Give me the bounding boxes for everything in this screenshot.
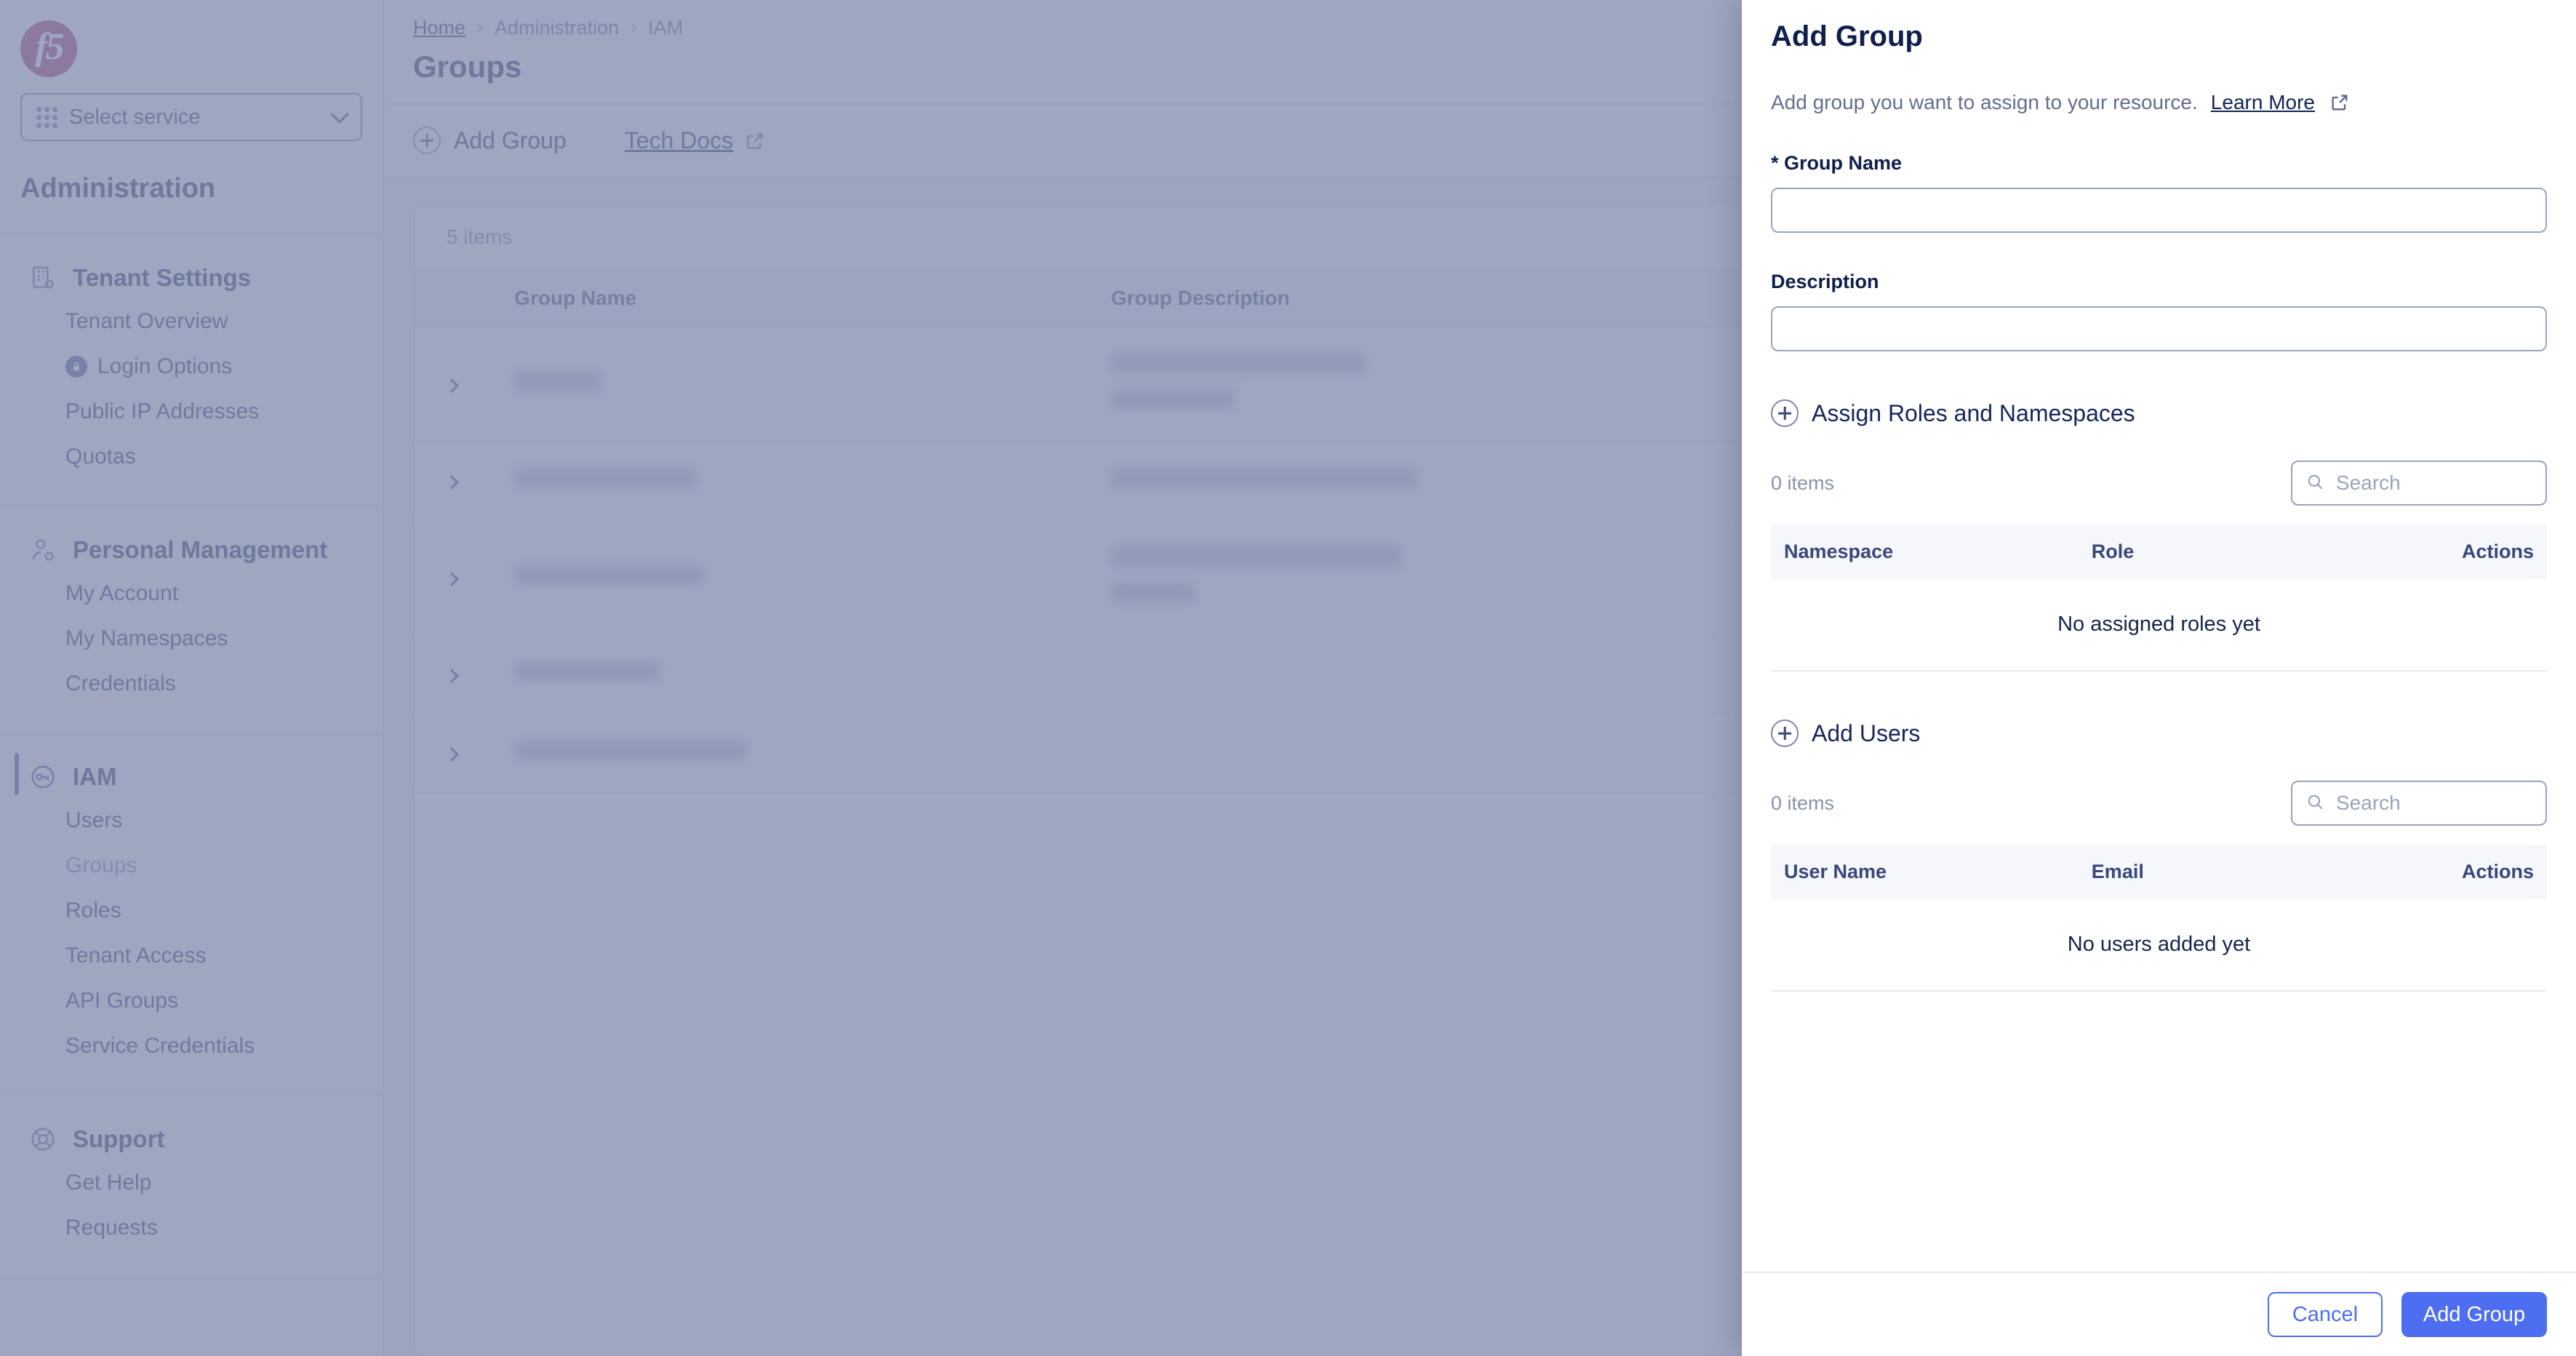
- description-label: Description: [1771, 271, 1879, 292]
- description-field-block: Description: [1771, 271, 2547, 351]
- panel-description-text: Add group you want to assign to your res…: [1771, 91, 2198, 113]
- add-users-button[interactable]: Add Users: [1771, 719, 2547, 747]
- assign-roles-button[interactable]: Assign Roles and Namespaces: [1771, 399, 2547, 427]
- added-users-table: User Name Email Actions No users added y…: [1771, 845, 2547, 992]
- roles-table-toolbar: 0 items: [1771, 460, 2547, 506]
- group-name-input[interactable]: [1771, 188, 2547, 233]
- add-group-panel-body: Add Group Add group you want to assign t…: [1742, 0, 2576, 1272]
- search-icon: [2305, 472, 2324, 495]
- table-header-row: User Name Email Actions: [1771, 845, 2547, 899]
- group-name-label: * Group Name: [1771, 152, 2547, 175]
- roles-empty-row: No assigned roles yet: [1771, 579, 2547, 671]
- table-header-namespace: Namespace: [1771, 525, 2081, 579]
- users-table-toolbar: 0 items: [1771, 781, 2547, 826]
- users-items-count: 0 items: [1771, 791, 1835, 814]
- group-name-label-text: Group Name: [1784, 152, 1903, 174]
- cancel-button[interactable]: Cancel: [2268, 1292, 2383, 1337]
- panel-description: Add group you want to assign to your res…: [1771, 53, 2547, 114]
- users-search-input[interactable]: [2336, 791, 2532, 815]
- table-header-actions: Actions: [2376, 525, 2547, 579]
- search-icon: [2305, 792, 2324, 815]
- add-group-panel: Add Group Add group you want to assign t…: [1742, 0, 2576, 1356]
- add-group-submit-button[interactable]: Add Group: [2401, 1292, 2547, 1337]
- description-input[interactable]: [1771, 306, 2547, 351]
- add-users-button-label: Add Users: [1812, 719, 1921, 746]
- plus-circle-icon: [1771, 719, 1799, 747]
- required-marker: *: [1771, 152, 1779, 174]
- table-header-role: Role: [2081, 525, 2377, 579]
- table-header-actions: Actions: [2376, 845, 2547, 899]
- group-name-field-block: * Group Name: [1771, 152, 2547, 233]
- table-header-row: Namespace Role Actions: [1771, 525, 2547, 579]
- panel-footer: Cancel Add Group: [1742, 1272, 2576, 1356]
- table-header-email: Email: [2081, 845, 2377, 899]
- roles-search-input[interactable]: [2336, 471, 2532, 495]
- assign-roles-button-label: Assign Roles and Namespaces: [1812, 399, 2135, 426]
- roles-items-count: 0 items: [1771, 471, 1835, 494]
- panel-title: Add Group: [1771, 20, 1923, 52]
- users-empty-message: No users added yet: [1771, 899, 2547, 992]
- learn-more-link[interactable]: Learn More: [2211, 91, 2315, 114]
- users-search-box[interactable]: [2291, 781, 2547, 826]
- roles-search-box[interactable]: [2291, 460, 2547, 506]
- plus-circle-icon: [1771, 399, 1799, 427]
- users-empty-row: No users added yet: [1771, 899, 2547, 992]
- external-link-icon: [2329, 92, 2350, 113]
- table-header-user-name: User Name: [1771, 845, 2081, 899]
- roles-empty-message: No assigned roles yet: [1771, 579, 2547, 671]
- assigned-roles-table: Namespace Role Actions No assigned roles…: [1771, 525, 2547, 671]
